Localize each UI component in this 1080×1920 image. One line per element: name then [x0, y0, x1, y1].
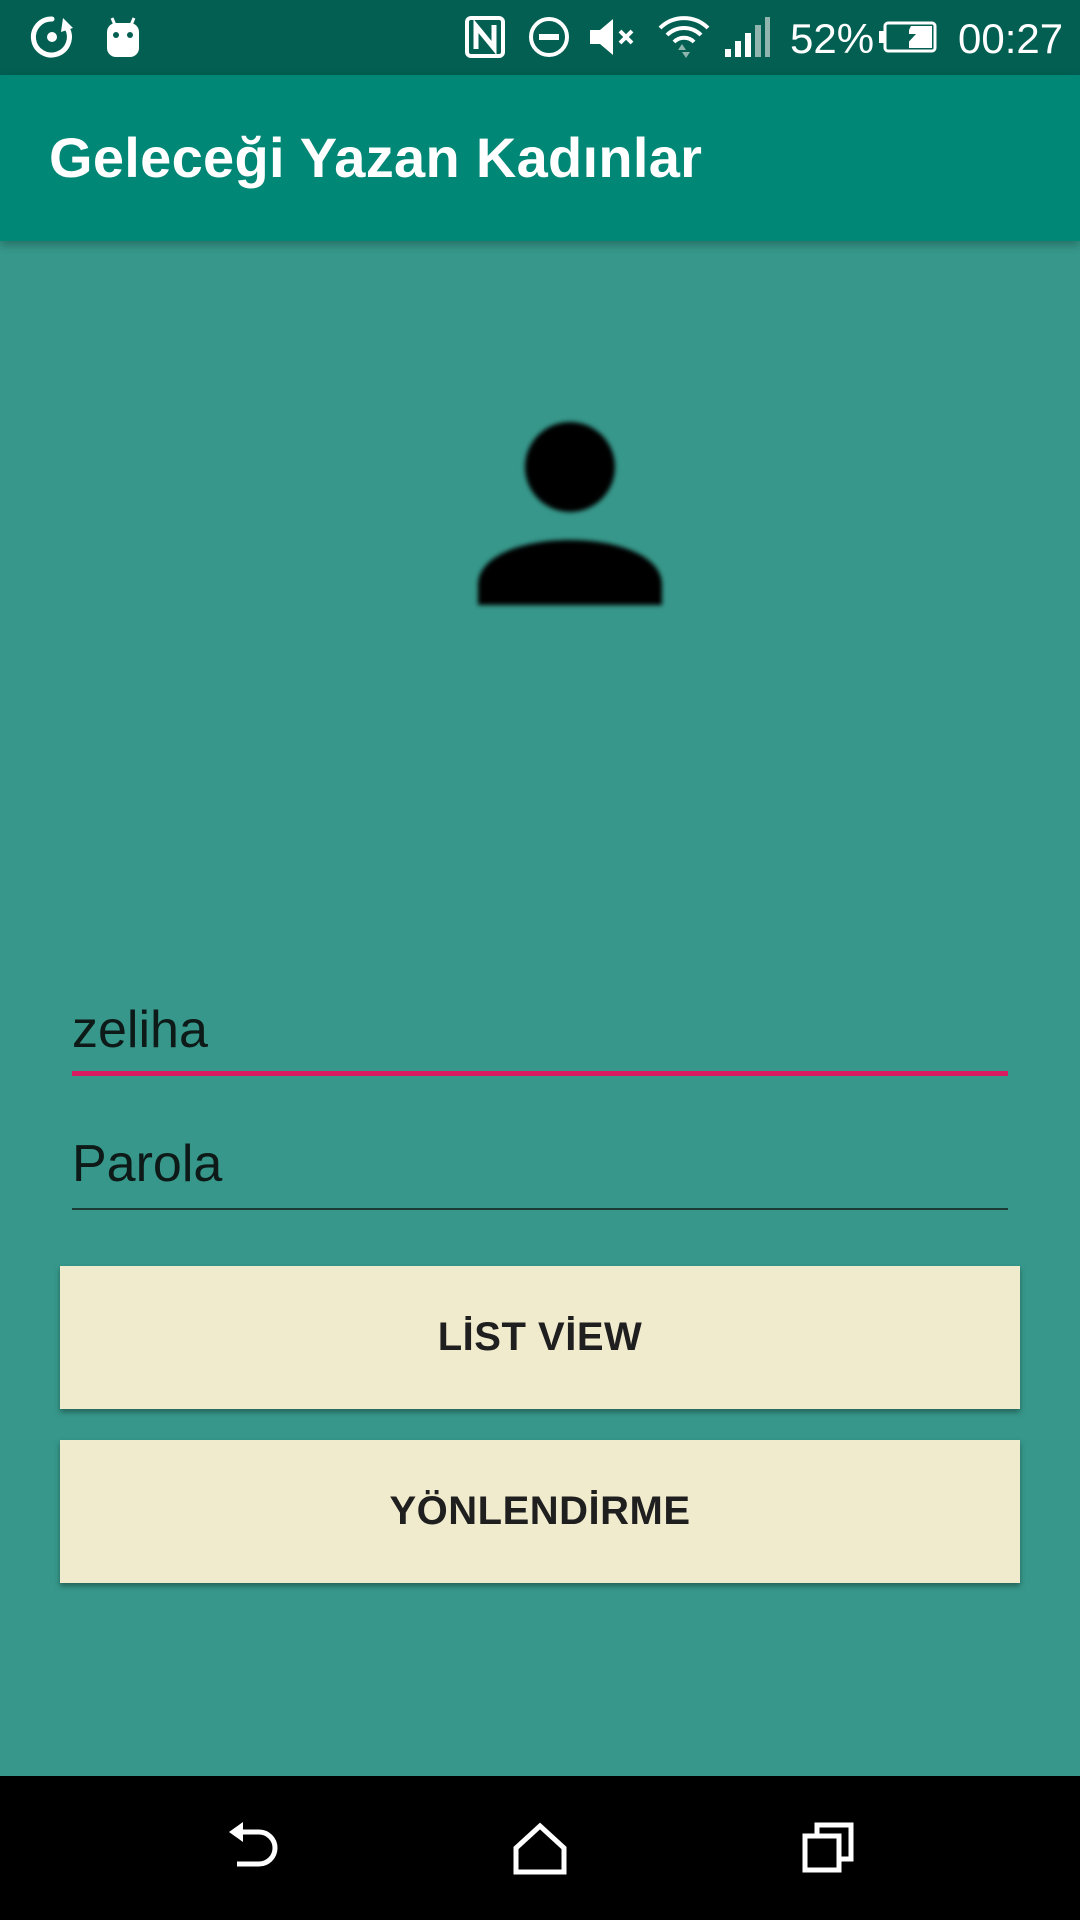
password-field[interactable]: Parola [72, 1124, 1008, 1210]
yonlendirme-button[interactable]: YÖNLENDİRME [60, 1440, 1020, 1583]
app-title: Geleceği Yazan Kadınlar [49, 126, 703, 189]
do-not-disturb-icon [526, 12, 572, 62]
recents-icon[interactable] [778, 1798, 878, 1898]
android-icon [98, 12, 148, 62]
volume-muted-icon [586, 12, 640, 62]
username-value: zeliha [72, 1001, 208, 1059]
app-bar: Geleceği Yazan Kadınlar [0, 75, 1080, 241]
password-placeholder: Parola [72, 1135, 223, 1193]
clock: 00:27 [958, 15, 1064, 62]
sync-icon [26, 12, 78, 62]
home-icon[interactable] [490, 1798, 590, 1898]
username-underline [72, 1071, 1008, 1076]
nfc-icon [462, 12, 508, 62]
battery-percentage: 52% [790, 15, 875, 62]
navigation-bar [0, 1776, 1080, 1920]
password-underline [72, 1208, 1008, 1210]
username-field[interactable]: zeliha [72, 990, 1008, 1076]
status-bar: 52% 00:27 [0, 0, 1080, 75]
battery-charging-icon [878, 12, 938, 62]
wifi-icon [656, 12, 712, 62]
back-icon[interactable] [203, 1798, 303, 1898]
person-icon [470, 415, 670, 615]
list-view-button[interactable]: LİST VİEW [60, 1266, 1020, 1409]
signal-icon [722, 12, 772, 62]
